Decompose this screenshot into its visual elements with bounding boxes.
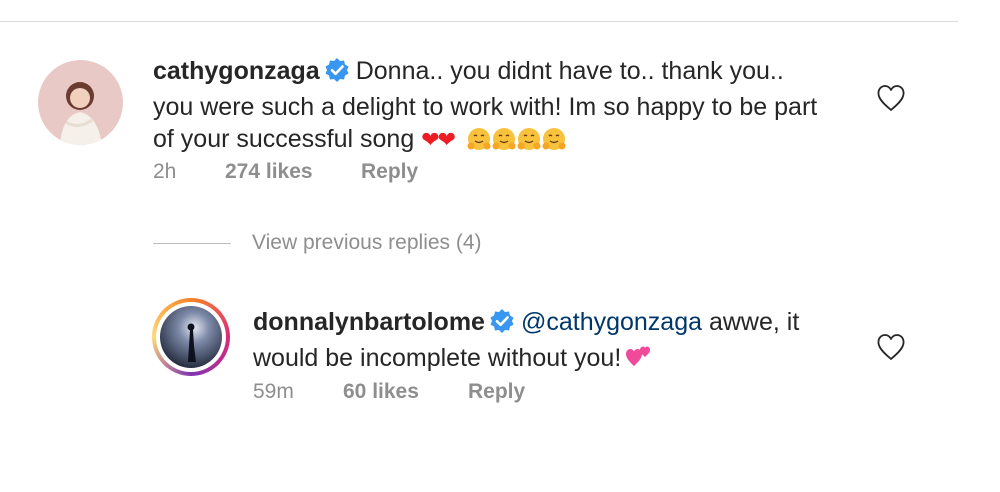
avatar[interactable] (38, 60, 123, 145)
comment-timestamp: 59m (253, 380, 294, 403)
view-previous-replies-label[interactable]: View previous replies (4) (252, 231, 482, 255)
two-hearts-emoji (626, 346, 651, 366)
mention-link[interactable]: @cathygonzaga (521, 308, 702, 336)
heart-outline-icon[interactable] (876, 84, 906, 112)
reply-button[interactable]: Reply (361, 160, 418, 184)
comment-body-line1: Donna.. you didnt have to.. thank you.. (355, 57, 784, 85)
verified-badge-icon (489, 308, 515, 342)
comment-username[interactable]: donnalynbartolome (253, 308, 485, 336)
hugging-face-emoji (542, 128, 566, 150)
heart-outline-icon[interactable] (876, 333, 906, 361)
replies-divider-line (153, 243, 231, 244)
comment-username[interactable]: cathygonzaga (153, 57, 320, 85)
comment-timestamp: 2h (153, 160, 177, 183)
reply-button[interactable]: Reply (468, 380, 525, 404)
hugging-face-emoji-group (467, 125, 567, 153)
comment-likes[interactable]: 274 likes (225, 160, 313, 184)
comment-body-line2: you were such a delight to work with! Im… (153, 93, 818, 121)
red-hearts-emoji: ❤❤ (421, 127, 456, 152)
hugging-face-emoji (467, 128, 491, 150)
verified-badge-icon (324, 57, 350, 91)
hugging-face-emoji (517, 128, 541, 150)
comment-text: cathygonzaga Donna.. you didnt have to.. … (153, 55, 873, 156)
comment-body-line3: of your successful song (153, 125, 415, 153)
comment-body-line2: would be incomplete without you! (253, 344, 622, 372)
avatar-photo (160, 306, 222, 368)
avatar-photo (38, 60, 123, 145)
top-divider (0, 21, 958, 22)
avatar-story-ring[interactable] (152, 298, 230, 376)
comment-likes[interactable]: 60 likes (343, 380, 419, 404)
comment-text: donnalynbartolome @cathygonzaga awwe, it … (253, 306, 873, 374)
avatar (160, 306, 222, 368)
comment-body-line1: awwe, it (702, 308, 800, 336)
hugging-face-emoji (492, 128, 516, 150)
